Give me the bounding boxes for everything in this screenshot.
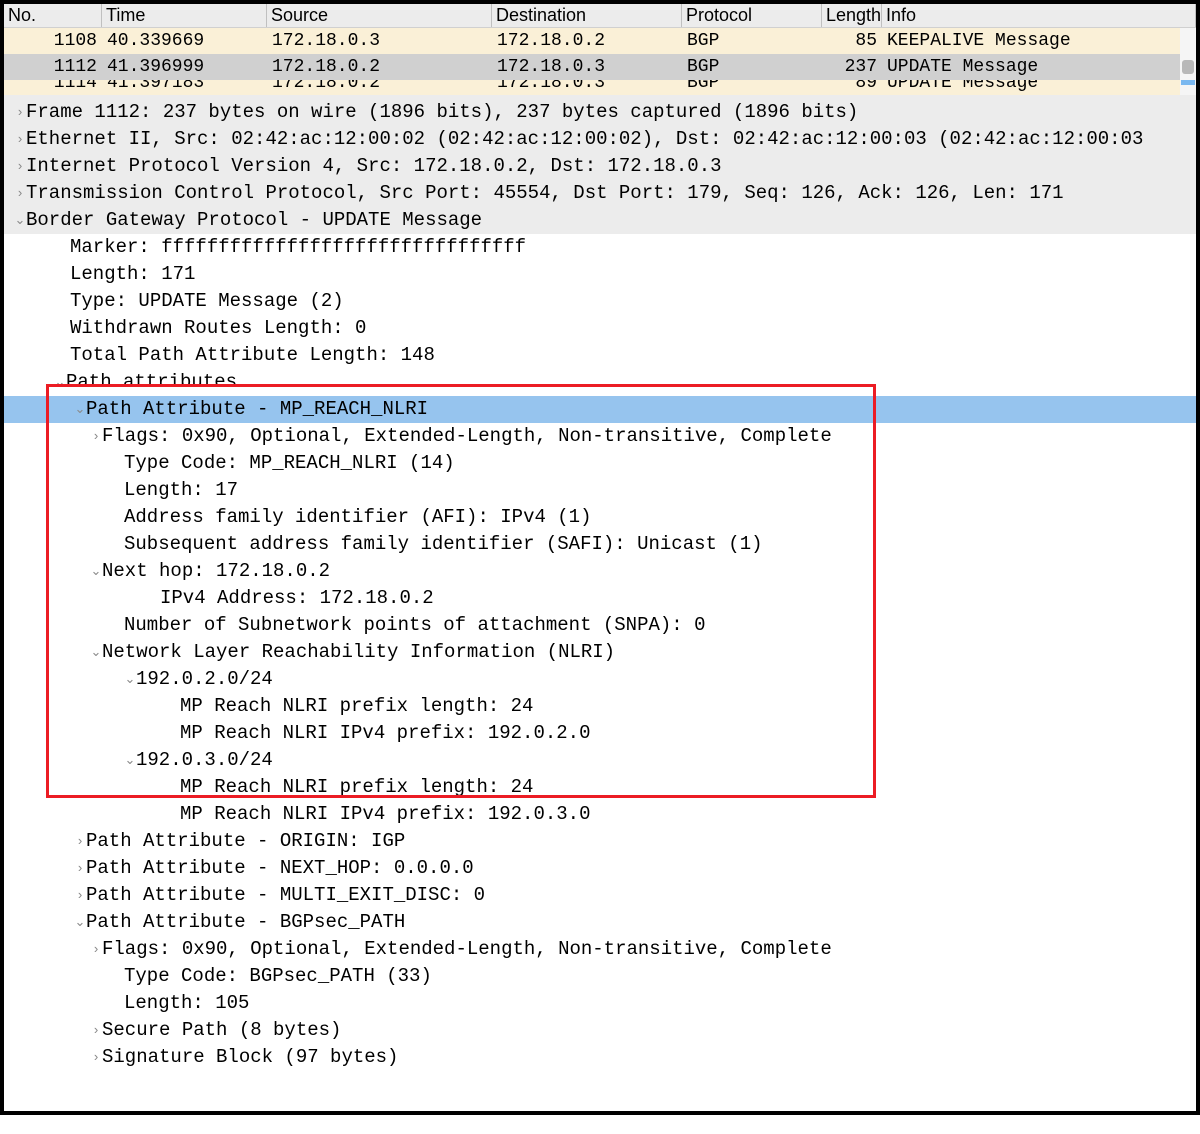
cell-no: 1112 <box>4 54 102 80</box>
chevron-right-icon: › <box>90 1017 102 1044</box>
chevron-right-icon: › <box>14 180 26 207</box>
scroll-marker <box>1181 80 1195 85</box>
field-afi[interactable]: Address family identifier (AFI): IPv4 (1… <box>4 504 1196 531</box>
tree-item-bs-flags[interactable]: ›Flags: 0x90, Optional, Extended-Length,… <box>4 936 1196 963</box>
tree-item-secure-path[interactable]: ›Secure Path (8 bytes) <box>4 1017 1196 1044</box>
tree-item-bgp[interactable]: ⌄Border Gateway Protocol - UPDATE Messag… <box>4 207 1196 234</box>
field-p1-prefix[interactable]: MP Reach NLRI IPv4 prefix: 192.0.2.0 <box>4 720 1196 747</box>
chevron-right-icon: › <box>74 828 86 855</box>
tree-item-bgpsec-path[interactable]: ⌄Path Attribute - BGPsec_PATH <box>4 909 1196 936</box>
field-bs-typecode[interactable]: Type Code: BGPsec_PATH (33) <box>4 963 1196 990</box>
field-type[interactable]: Type: UPDATE Message (2) <box>4 288 1196 315</box>
packet-list-header: No. Time Source Destination Protocol Len… <box>4 4 1196 28</box>
cell-proto: BGP <box>682 80 822 95</box>
cell-no: 1108 <box>4 28 102 54</box>
field-snpa[interactable]: Number of Subnetwork points of attachmen… <box>4 612 1196 639</box>
chevron-right-icon: › <box>74 882 86 909</box>
tree-item-origin[interactable]: ›Path Attribute - ORIGIN: IGP <box>4 828 1196 855</box>
packet-list-scrollbar[interactable] <box>1180 28 1196 96</box>
col-destination[interactable]: Destination <box>492 4 682 27</box>
tree-item-path-attributes[interactable]: ⌄Path attributes <box>4 369 1196 396</box>
chevron-down-icon: ⌄ <box>90 639 102 666</box>
tree-item-next-hop[interactable]: ⌄Next hop: 172.18.0.2 <box>4 558 1196 585</box>
chevron-right-icon: › <box>14 126 26 153</box>
cell-info: KEEPALIVE Message <box>882 28 1196 54</box>
chevron-right-icon: › <box>90 423 102 450</box>
tree-item-next-hop-attr[interactable]: ›Path Attribute - NEXT_HOP: 0.0.0.0 <box>4 855 1196 882</box>
field-withdrawn[interactable]: Withdrawn Routes Length: 0 <box>4 315 1196 342</box>
field-bs-length[interactable]: Length: 105 <box>4 990 1196 1017</box>
field-tpal[interactable]: Total Path Attribute Length: 148 <box>4 342 1196 369</box>
cell-src: 172.18.0.3 <box>267 28 492 54</box>
cell-proto: BGP <box>682 54 822 80</box>
scroll-thumb[interactable] <box>1182 60 1194 74</box>
field-p2-prefix[interactable]: MP Reach NLRI IPv4 prefix: 192.0.3.0 <box>4 801 1196 828</box>
packet-row[interactable]: 1114 41.397183 172.18.0.2 172.18.0.3 BGP… <box>4 80 1196 95</box>
chevron-down-icon: ⌄ <box>124 747 136 774</box>
tree-item-prefix-1[interactable]: ⌄192.0.2.0/24 <box>4 666 1196 693</box>
chevron-right-icon: › <box>74 855 86 882</box>
chevron-right-icon: › <box>90 936 102 963</box>
cell-src: 172.18.0.2 <box>267 80 492 95</box>
tree-item-flags[interactable]: ›Flags: 0x90, Optional, Extended-Length,… <box>4 423 1196 450</box>
field-marker[interactable]: Marker: ffffffffffffffffffffffffffffffff <box>4 234 1196 261</box>
chevron-right-icon: › <box>14 99 26 126</box>
col-info[interactable]: Info <box>882 4 1196 27</box>
packet-row-selected[interactable]: 1112 41.396999 172.18.0.2 172.18.0.3 BGP… <box>4 54 1196 80</box>
tree-item-tcp[interactable]: ›Transmission Control Protocol, Src Port… <box>4 180 1196 207</box>
cell-time: 40.339669 <box>102 28 267 54</box>
cell-dst: 172.18.0.3 <box>492 80 682 95</box>
chevron-right-icon: › <box>14 153 26 180</box>
cell-src: 172.18.0.2 <box>267 54 492 80</box>
cell-time: 41.396999 <box>102 54 267 80</box>
cell-proto: BGP <box>682 28 822 54</box>
tree-item-ethernet[interactable]: ›Ethernet II, Src: 02:42:ac:12:00:02 (02… <box>4 126 1196 153</box>
col-no[interactable]: No. <box>4 4 102 27</box>
field-type-code[interactable]: Type Code: MP_REACH_NLRI (14) <box>4 450 1196 477</box>
chevron-right-icon: › <box>90 1044 102 1071</box>
tree-item-signature-block[interactable]: ›Signature Block (97 bytes) <box>4 1044 1196 1071</box>
field-nh-ip[interactable]: IPv4 Address: 172.18.0.2 <box>4 585 1196 612</box>
cell-time: 41.397183 <box>102 80 267 95</box>
tree-item-mp-reach-nlri[interactable]: ⌄Path Attribute - MP_REACH_NLRI <box>4 396 1196 423</box>
cell-len: 89 <box>822 80 882 95</box>
chevron-down-icon: ⌄ <box>90 558 102 585</box>
tree-item-nlri[interactable]: ⌄Network Layer Reachability Information … <box>4 639 1196 666</box>
packet-list-pane[interactable]: No. Time Source Destination Protocol Len… <box>4 4 1196 95</box>
cell-dst: 172.18.0.2 <box>492 28 682 54</box>
field-safi[interactable]: Subsequent address family identifier (SA… <box>4 531 1196 558</box>
tree-item-prefix-2[interactable]: ⌄192.0.3.0/24 <box>4 747 1196 774</box>
chevron-down-icon: ⌄ <box>124 666 136 693</box>
field-length-17[interactable]: Length: 17 <box>4 477 1196 504</box>
cell-dst: 172.18.0.3 <box>492 54 682 80</box>
field-p1-len[interactable]: MP Reach NLRI prefix length: 24 <box>4 693 1196 720</box>
tree-item-frame[interactable]: ›Frame 1112: 237 bytes on wire (1896 bit… <box>4 99 1196 126</box>
packet-row[interactable]: 1108 40.339669 172.18.0.3 172.18.0.2 BGP… <box>4 28 1196 54</box>
tree-item-med[interactable]: ›Path Attribute - MULTI_EXIT_DISC: 0 <box>4 882 1196 909</box>
packet-details-pane[interactable]: ›Frame 1112: 237 bytes on wire (1896 bit… <box>4 95 1196 1111</box>
chevron-down-icon: ⌄ <box>74 396 86 423</box>
chevron-down-icon: ⌄ <box>14 207 26 234</box>
cell-no: 1114 <box>4 80 102 95</box>
field-p2-len[interactable]: MP Reach NLRI prefix length: 24 <box>4 774 1196 801</box>
chevron-down-icon: ⌄ <box>74 909 86 936</box>
cell-len: 237 <box>822 54 882 80</box>
col-length[interactable]: Length <box>822 4 882 27</box>
field-length[interactable]: Length: 171 <box>4 261 1196 288</box>
tree-item-ip[interactable]: ›Internet Protocol Version 4, Src: 172.1… <box>4 153 1196 180</box>
cell-len: 85 <box>822 28 882 54</box>
col-protocol[interactable]: Protocol <box>682 4 822 27</box>
col-source[interactable]: Source <box>267 4 492 27</box>
cell-info: UPDATE Message <box>882 54 1196 80</box>
chevron-down-icon: ⌄ <box>54 369 66 396</box>
cell-info: UPDATE Message <box>882 80 1196 95</box>
col-time[interactable]: Time <box>102 4 267 27</box>
